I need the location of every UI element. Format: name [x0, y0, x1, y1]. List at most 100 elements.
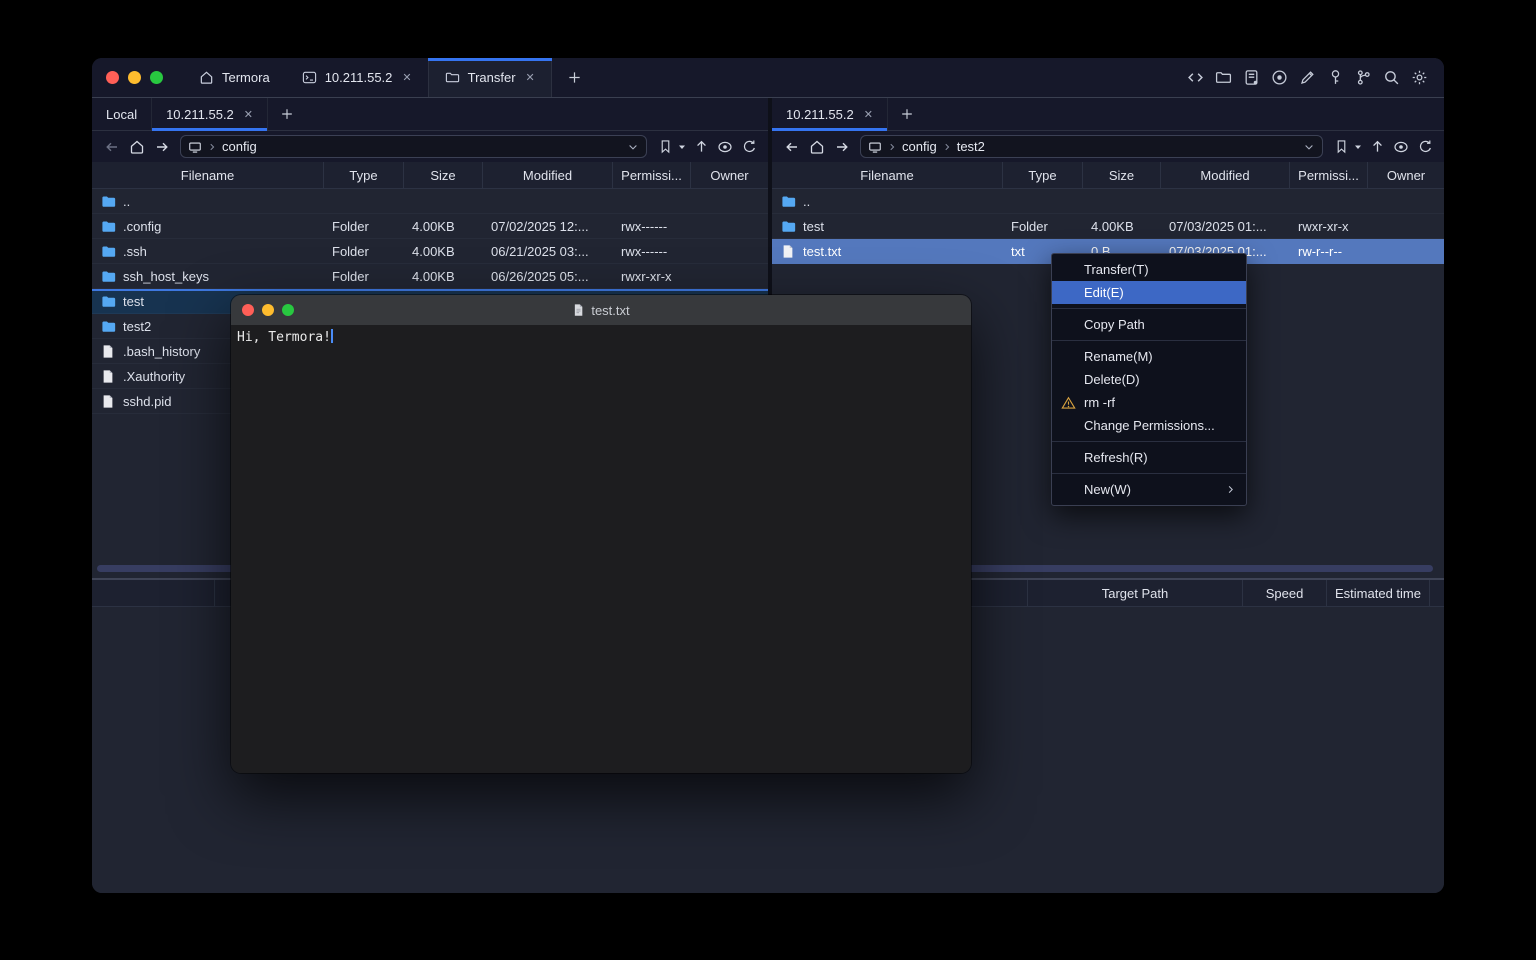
- column-header-filename[interactable]: Filename: [92, 162, 324, 188]
- transfer-column-target-path[interactable]: Target Path: [1028, 580, 1243, 606]
- settings-icon[interactable]: [1410, 68, 1429, 87]
- editor-title: test.txt: [231, 303, 971, 318]
- close-icon[interactable]: ✕: [526, 71, 535, 84]
- table-row[interactable]: ..: [92, 189, 768, 214]
- chevron-down-icon[interactable]: [627, 141, 639, 153]
- forward-icon[interactable]: [831, 136, 852, 157]
- column-header-owner[interactable]: Owner: [691, 162, 768, 188]
- table-row[interactable]: .config Folder4.00KB07/02/2025 12:...rwx…: [92, 214, 768, 239]
- titlebar-actions: [1186, 58, 1444, 97]
- path-segment[interactable]: test2: [957, 139, 985, 154]
- upload-icon[interactable]: [691, 137, 711, 157]
- editor-window: test.txt Hi, Termora!: [231, 295, 971, 773]
- computer-icon: [188, 140, 202, 154]
- upload-icon[interactable]: [1367, 137, 1387, 157]
- column-header-size[interactable]: Size: [404, 162, 483, 188]
- editor-text-area[interactable]: Hi, Termora!: [231, 325, 971, 773]
- table-row[interactable]: ..: [772, 189, 1444, 214]
- minimize-window-button[interactable]: [128, 71, 141, 84]
- column-header-modified[interactable]: Modified: [483, 162, 613, 188]
- caret-down-icon[interactable]: [1352, 137, 1363, 157]
- menu-separator: [1052, 441, 1246, 442]
- right-path-toolbar: config test2: [772, 131, 1444, 162]
- tab-ssh-session[interactable]: 10.211.55.2 ✕: [286, 58, 428, 97]
- column-header-owner[interactable]: Owner: [1368, 162, 1444, 188]
- menu-item-delete[interactable]: Delete(D): [1052, 368, 1246, 391]
- column-header-type[interactable]: Type: [324, 162, 404, 188]
- record-icon[interactable]: [1270, 68, 1289, 87]
- menu-item-rename[interactable]: Rename(M): [1052, 345, 1246, 368]
- close-icon[interactable]: ✕: [864, 108, 873, 121]
- tab-termora-home[interactable]: Termora: [183, 58, 286, 97]
- editor-minimize-button[interactable]: [262, 304, 274, 316]
- right-path-field[interactable]: config test2: [860, 135, 1323, 158]
- refresh-icon[interactable]: [739, 137, 759, 157]
- home-icon[interactable]: [126, 136, 147, 157]
- editor-titlebar[interactable]: test.txt: [231, 295, 971, 325]
- refresh-icon[interactable]: [1415, 137, 1435, 157]
- show-hidden-icon[interactable]: [715, 137, 735, 157]
- filename: test2: [123, 319, 151, 334]
- column-header-permissions[interactable]: Permissi...: [613, 162, 691, 188]
- bookmark-icon[interactable]: [655, 137, 675, 157]
- menu-item-change-permissions[interactable]: Change Permissions...: [1052, 414, 1246, 437]
- editor-close-button[interactable]: [242, 304, 254, 316]
- close-window-button[interactable]: [106, 71, 119, 84]
- chevron-down-icon[interactable]: [1303, 141, 1315, 153]
- tab-remote-host[interactable]: 10.211.55.2 ✕: [152, 98, 268, 130]
- tab-local[interactable]: Local: [92, 98, 152, 130]
- bookmark-group: [655, 137, 687, 157]
- add-pane-tab-button[interactable]: [888, 98, 926, 130]
- transfer-column-estimated-time[interactable]: Estimated time: [1327, 580, 1430, 606]
- tab-transfer[interactable]: Transfer ✕: [428, 58, 552, 97]
- folder-icon[interactable]: [1214, 68, 1233, 87]
- column-header-type[interactable]: Type: [1003, 162, 1083, 188]
- search-icon[interactable]: [1382, 68, 1401, 87]
- pencil-icon[interactable]: [1298, 68, 1317, 87]
- path-segment[interactable]: config: [222, 139, 257, 154]
- table-row[interactable]: ssh_host_keys Folder4.00KB06/26/2025 05:…: [92, 264, 768, 289]
- back-icon[interactable]: [101, 136, 122, 157]
- tab-remote-host[interactable]: 10.211.55.2 ✕: [772, 98, 888, 130]
- tab-label: 10.211.55.2: [166, 107, 234, 122]
- left-table-header: Filename Type Size Modified Permissi... …: [92, 162, 768, 189]
- tab-label: Transfer: [468, 70, 516, 85]
- forward-icon[interactable]: [151, 136, 172, 157]
- new-tab-button[interactable]: [552, 58, 597, 97]
- menu-item-rm-rf[interactable]: rm -rf: [1052, 391, 1246, 414]
- back-icon[interactable]: [781, 136, 802, 157]
- column-header-filename[interactable]: Filename: [772, 162, 1003, 188]
- column-header-permissions[interactable]: Permissi...: [1290, 162, 1368, 188]
- column-header-modified[interactable]: Modified: [1161, 162, 1290, 188]
- code-icon[interactable]: [1186, 68, 1205, 87]
- bookmark-icon[interactable]: [1331, 137, 1351, 157]
- menu-item-transfer[interactable]: Transfer(T): [1052, 258, 1246, 281]
- menu-item-copy-path[interactable]: Copy Path: [1052, 313, 1246, 336]
- folder-icon: [101, 194, 116, 209]
- menu-item-refresh[interactable]: Refresh(R): [1052, 446, 1246, 469]
- keychain-icon[interactable]: [1354, 68, 1373, 87]
- table-row[interactable]: .ssh Folder4.00KB06/21/2025 03:...rwx---…: [92, 239, 768, 264]
- table-row[interactable]: test Folder4.00KB07/03/2025 01:...rwxr-x…: [772, 214, 1444, 239]
- file-icon: [101, 394, 116, 409]
- editor-zoom-button[interactable]: [282, 304, 294, 316]
- caret-down-icon[interactable]: [676, 137, 687, 157]
- path-segment[interactable]: config: [902, 139, 937, 154]
- left-path-field[interactable]: config: [180, 135, 647, 158]
- close-icon[interactable]: ✕: [402, 71, 411, 84]
- transfer-column-speed[interactable]: Speed: [1243, 580, 1327, 606]
- menu-item-new[interactable]: New(W): [1052, 478, 1246, 501]
- file-icon: [101, 369, 116, 384]
- close-icon[interactable]: ✕: [244, 108, 253, 121]
- key-icon[interactable]: [1326, 68, 1345, 87]
- show-hidden-icon[interactable]: [1391, 137, 1411, 157]
- add-pane-tab-button[interactable]: [268, 98, 306, 130]
- home-icon[interactable]: [806, 136, 827, 157]
- filename: test: [803, 219, 824, 234]
- log-icon[interactable]: [1242, 68, 1261, 87]
- right-pane-tabs: 10.211.55.2 ✕: [772, 98, 1444, 131]
- menu-item-edit[interactable]: Edit(E): [1052, 281, 1246, 304]
- column-header-size[interactable]: Size: [1083, 162, 1161, 188]
- submenu-chevron-icon: [1225, 484, 1236, 495]
- zoom-window-button[interactable]: [150, 71, 163, 84]
